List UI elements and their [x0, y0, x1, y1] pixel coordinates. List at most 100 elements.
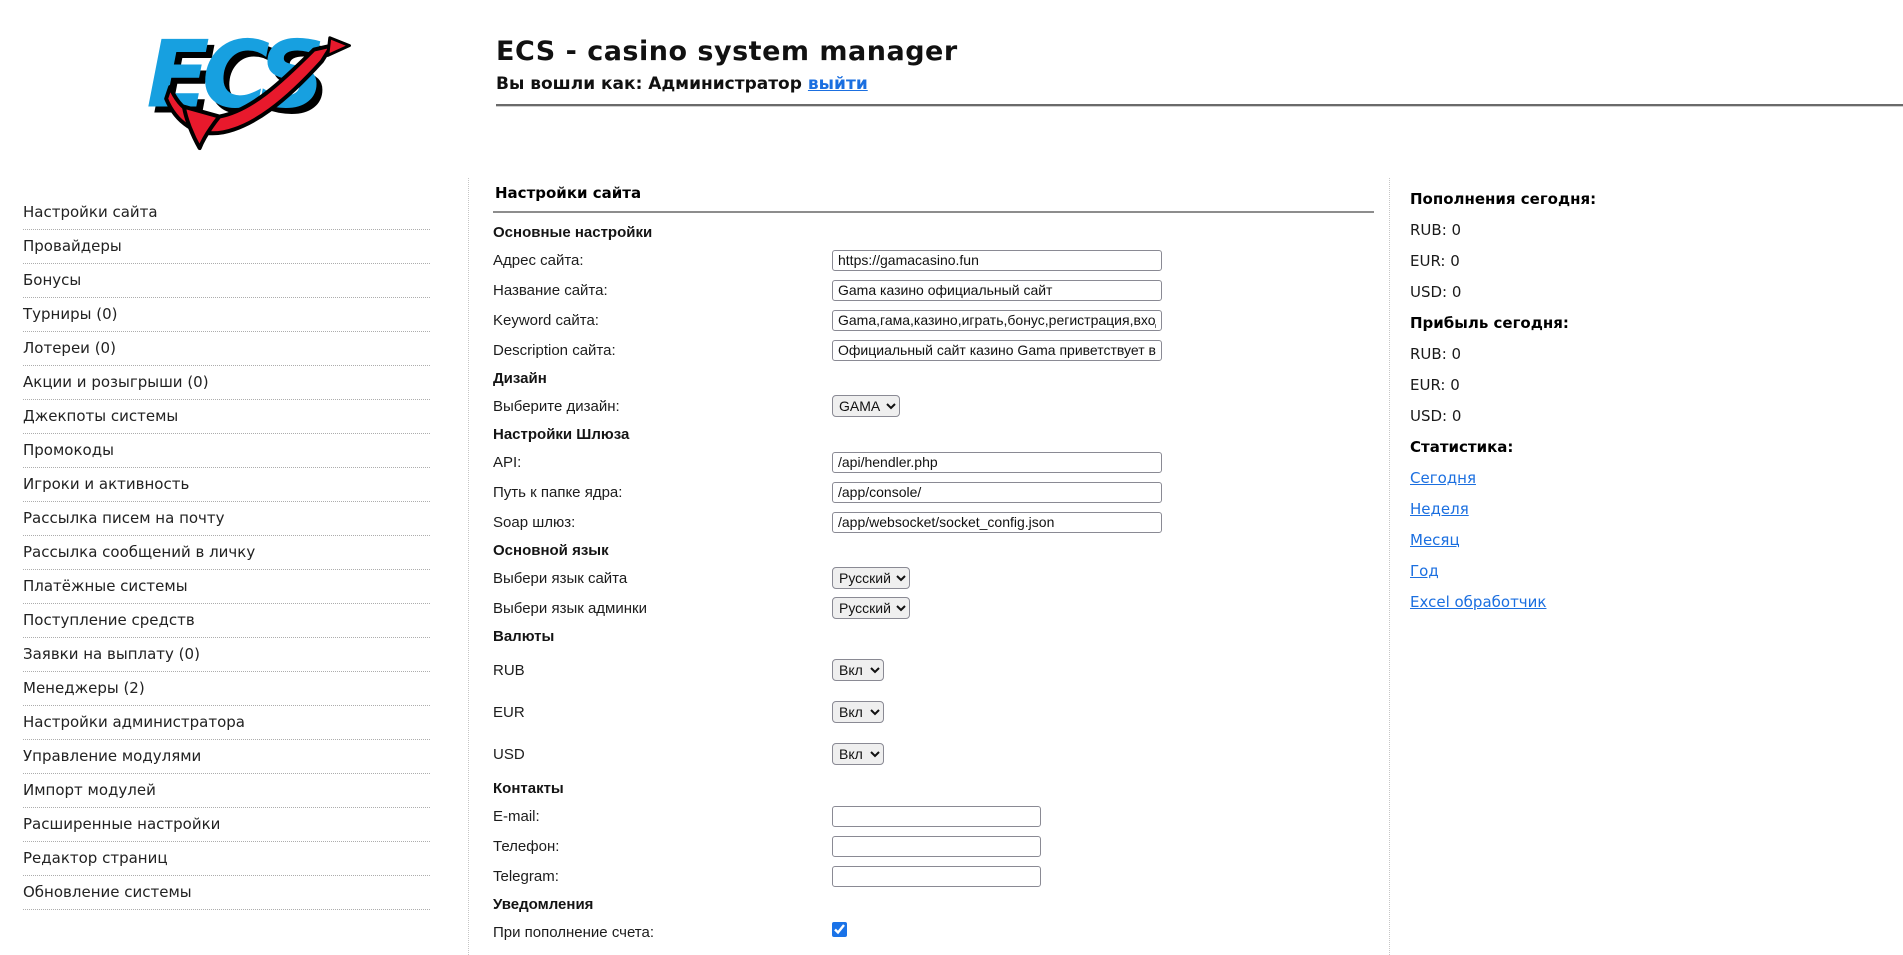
sidebar-item[interactable]: Настройки администратора: [23, 706, 430, 740]
form-row: Keyword сайта:: [493, 305, 1389, 335]
select-input[interactable]: Русский: [832, 597, 910, 619]
sidebar-item[interactable]: Джекпоты системы: [23, 400, 430, 434]
stat-heading: Прибыль сегодня:: [1410, 314, 1569, 332]
form-row: Телефон:: [493, 831, 1389, 861]
form-row: Выбери язык сайтаРусский: [493, 563, 1389, 593]
sidebar-item[interactable]: Провайдеры: [23, 230, 430, 264]
form-row: Выберите дизайн:GAMA: [493, 391, 1389, 421]
select-input[interactable]: GAMA: [832, 395, 900, 417]
field-control: [832, 806, 1041, 827]
header-divider: [496, 104, 1903, 107]
field-control: [832, 452, 1162, 473]
field-control: Вкл: [832, 701, 884, 723]
text-input[interactable]: [832, 866, 1041, 887]
field-control: [832, 280, 1162, 301]
field-control: [832, 512, 1162, 533]
stat-value: USD: 0: [1410, 283, 1461, 301]
field-label: E-mail:: [493, 808, 832, 825]
field-label: Путь к папке ядра:: [493, 484, 832, 501]
section-heading: Валюты: [493, 623, 1389, 649]
field-label: Выберите дизайн:: [493, 398, 832, 415]
stat-line: Прибыль сегодня:: [1410, 307, 1850, 338]
field-control: Русский: [832, 597, 910, 619]
stat-heading: Статистика:: [1410, 438, 1513, 456]
sidebar-item[interactable]: Турниры (0): [23, 298, 430, 332]
stat-line: Статистика:: [1410, 431, 1850, 462]
field-control: GAMA: [832, 395, 900, 417]
section-heading: Уведомления: [493, 891, 1389, 917]
text-input[interactable]: [832, 340, 1162, 361]
sidebar-item[interactable]: Импорт модулей: [23, 774, 430, 808]
sidebar-item[interactable]: Настройки сайта: [23, 196, 430, 230]
sidebar-item[interactable]: Промокоды: [23, 434, 430, 468]
form-row: Description сайта:: [493, 335, 1389, 365]
select-input[interactable]: Вкл: [832, 701, 884, 723]
sidebar-item[interactable]: Акции и розыгрыши (0): [23, 366, 430, 400]
text-input[interactable]: [832, 512, 1162, 533]
stat-link[interactable]: Год: [1410, 562, 1439, 580]
sidebar-item[interactable]: Бонусы: [23, 264, 430, 298]
section-heading: Настройки Шлюза: [493, 421, 1389, 447]
sidebar-item[interactable]: Поступление средств: [23, 604, 430, 638]
main-panel: Настройки сайта Основные настройкиАдрес …: [468, 178, 1390, 955]
stat-link[interactable]: Неделя: [1410, 500, 1469, 518]
sidebar-item[interactable]: Лотереи (0): [23, 332, 430, 366]
field-label: Description сайта:: [493, 342, 832, 359]
sidebar-item[interactable]: Редактор страниц: [23, 842, 430, 876]
form-row: EURВкл: [493, 691, 1389, 733]
form-row: Выбери язык админкиРусский: [493, 593, 1389, 623]
sidebar-item[interactable]: Расширенные настройки: [23, 808, 430, 842]
field-label: Телефон:: [493, 838, 832, 855]
select-input[interactable]: Вкл: [832, 659, 884, 681]
section-heading: Основной язык: [493, 537, 1389, 563]
stat-link[interactable]: Сегодня: [1410, 469, 1476, 487]
field-control: Русский: [832, 567, 910, 589]
text-input[interactable]: [832, 310, 1162, 331]
form-row: API:: [493, 447, 1389, 477]
field-label: Выбери язык админки: [493, 600, 832, 617]
field-control: [832, 836, 1041, 857]
text-input[interactable]: [832, 836, 1041, 857]
form-row: E-mail:: [493, 801, 1389, 831]
page-title: Настройки сайта: [495, 184, 1389, 202]
select-input[interactable]: Вкл: [832, 743, 884, 765]
select-input[interactable]: Русский: [832, 567, 910, 589]
sidebar-item[interactable]: Обновление системы: [23, 876, 430, 910]
stats-panel: Пополнения сегодня:RUB: 0EUR: 0USD: 0При…: [1410, 183, 1850, 617]
sidebar-item[interactable]: Заявки на выплату (0): [23, 638, 430, 672]
field-label: Soap шлюз:: [493, 514, 832, 531]
stat-line: Год: [1410, 555, 1850, 586]
sidebar-item[interactable]: Менеджеры (2): [23, 672, 430, 706]
logout-link[interactable]: выйти: [808, 74, 868, 94]
text-input[interactable]: [832, 482, 1162, 503]
field-label: При пополнение счета:: [493, 924, 832, 941]
sidebar-item[interactable]: Управление модулями: [23, 740, 430, 774]
app-title: ECS - casino system manager: [496, 36, 958, 67]
sidebar-item[interactable]: Платёжные системы: [23, 570, 430, 604]
text-input[interactable]: [832, 452, 1162, 473]
text-input[interactable]: [832, 250, 1162, 271]
text-input[interactable]: [832, 806, 1041, 827]
stat-line: RUB: 0: [1410, 214, 1850, 245]
field-control: [832, 250, 1162, 271]
stat-value: EUR: 0: [1410, 252, 1460, 270]
login-prefix: Вы вошли как: Администратор: [496, 74, 802, 94]
stat-line: Неделя: [1410, 493, 1850, 524]
stat-link[interactable]: Месяц: [1410, 531, 1460, 549]
section-heading: Дизайн: [493, 365, 1389, 391]
form-row: RUBВкл: [493, 649, 1389, 691]
admin-page: ECS ECS ECS - casino system manager Вы в…: [0, 0, 1903, 955]
sidebar-item[interactable]: Игроки и активность: [23, 468, 430, 502]
field-control: [832, 340, 1162, 361]
text-input[interactable]: [832, 280, 1162, 301]
stat-link[interactable]: Excel обработчик: [1410, 593, 1546, 611]
sidebar-item[interactable]: Рассылка сообщений в личку: [23, 536, 430, 570]
stat-line: EUR: 0: [1410, 245, 1850, 276]
stat-line: RUB: 0: [1410, 338, 1850, 369]
stat-value: RUB: 0: [1410, 345, 1461, 363]
checkbox-input[interactable]: [832, 922, 847, 937]
title-divider: [493, 211, 1374, 213]
field-label: Название сайта:: [493, 282, 832, 299]
sidebar-item[interactable]: Рассылка писем на почту: [23, 502, 430, 536]
field-control: [832, 310, 1162, 331]
